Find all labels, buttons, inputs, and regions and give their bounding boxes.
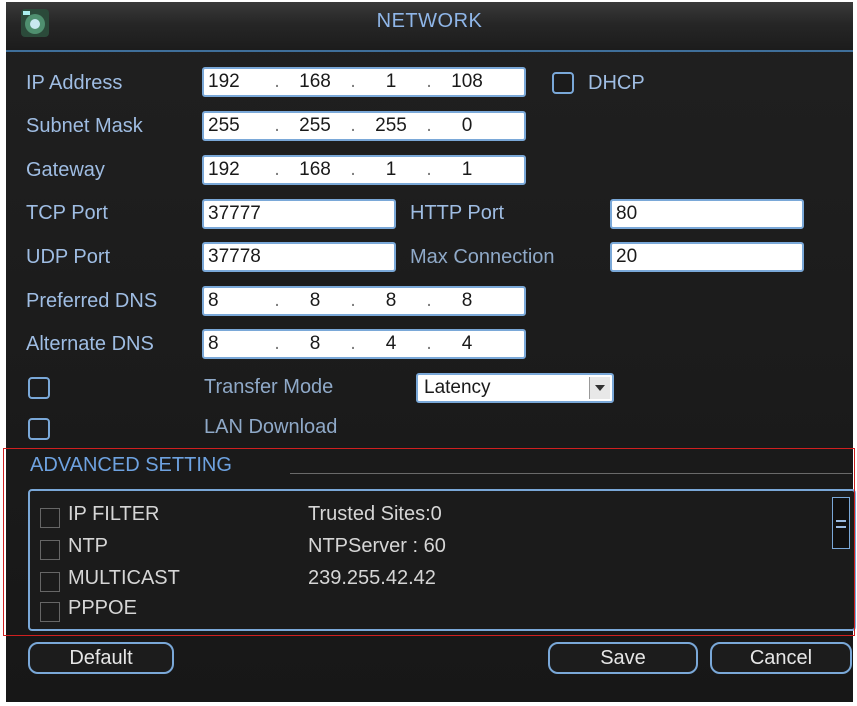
pdns-octet-2: 8 bbox=[309, 290, 321, 311]
ip-octet-4: 108 bbox=[451, 71, 483, 92]
ip-dot: . bbox=[426, 71, 432, 92]
subnet-octet-2: 255 bbox=[299, 115, 331, 136]
gateway-octet-3: 1 bbox=[385, 159, 397, 180]
udp-port-input[interactable]: 37778 bbox=[202, 242, 396, 272]
divider bbox=[290, 473, 852, 474]
dhcp-checkbox[interactable] bbox=[552, 72, 574, 94]
adns-octet-3: 4 bbox=[385, 333, 397, 354]
transfer-mode-select[interactable]: Latency bbox=[416, 373, 614, 403]
subnet-octet-4: 0 bbox=[461, 115, 473, 136]
preferred-dns-input[interactable]: 8 . 8 . 8 . 8 bbox=[202, 286, 526, 316]
subnet-octet-3: 255 bbox=[375, 115, 407, 136]
udp-port-label: UDP Port bbox=[26, 246, 111, 268]
ip-dot: . bbox=[350, 71, 356, 92]
list-item[interactable]: IP FILTER Trusted Sites:0 bbox=[40, 503, 830, 533]
row-name: PPPOE bbox=[68, 597, 137, 619]
title-bar: NETWORK bbox=[6, 2, 853, 52]
row-checkbox[interactable] bbox=[40, 602, 60, 622]
adns-dot: . bbox=[274, 333, 280, 354]
pdns-dot: . bbox=[426, 290, 432, 311]
gateway-label: Gateway bbox=[26, 159, 105, 181]
adns-octet-2: 8 bbox=[309, 333, 321, 354]
row-name: NTP bbox=[68, 535, 108, 557]
http-port-input[interactable]: 80 bbox=[610, 199, 804, 229]
default-button[interactable]: Default bbox=[28, 642, 174, 674]
subnet-mask-label: Subnet Mask bbox=[26, 115, 143, 137]
cancel-button[interactable]: Cancel bbox=[710, 642, 852, 674]
scrollbar-thumb[interactable] bbox=[832, 497, 850, 549]
gateway-dot: . bbox=[274, 159, 280, 180]
ip-address-input[interactable]: 192 . 168 . 1 . 108 bbox=[202, 67, 526, 97]
lan-download-label: LAN Download bbox=[204, 416, 338, 438]
gateway-dot: . bbox=[350, 159, 356, 180]
subnet-dot: . bbox=[350, 115, 356, 136]
advanced-setting-heading: ADVANCED SETTING bbox=[30, 454, 232, 476]
row-checkbox[interactable] bbox=[40, 572, 60, 592]
lan-download-checkbox[interactable] bbox=[28, 418, 50, 440]
adns-octet-4: 4 bbox=[461, 333, 473, 354]
list-item[interactable]: NTP NTPServer : 60 bbox=[40, 535, 830, 565]
subnet-dot: . bbox=[274, 115, 280, 136]
subnet-mask-input[interactable]: 255 . 255 . 255 . 0 bbox=[202, 111, 526, 141]
pdns-dot: . bbox=[350, 290, 356, 311]
ip-octet-3: 1 bbox=[385, 71, 397, 92]
list-item[interactable]: PPPOE bbox=[40, 597, 830, 627]
row-value: Trusted Sites:0 bbox=[308, 503, 442, 525]
adns-dot: . bbox=[350, 333, 356, 354]
transfer-mode-value: Latency bbox=[424, 377, 491, 398]
tcp-port-input[interactable]: 37777 bbox=[202, 199, 396, 229]
ip-address-label: IP Address bbox=[26, 72, 123, 94]
pdns-octet-3: 8 bbox=[385, 290, 397, 311]
pdns-dot: . bbox=[274, 290, 280, 311]
window-title: NETWORK bbox=[376, 10, 483, 32]
row-value: NTPServer : 60 bbox=[308, 535, 446, 557]
max-connection-label: Max Connection bbox=[410, 246, 555, 268]
gateway-dot: . bbox=[426, 159, 432, 180]
row-checkbox[interactable] bbox=[40, 540, 60, 560]
gateway-octet-1: 192 bbox=[208, 159, 240, 180]
ip-dot: . bbox=[274, 71, 280, 92]
gateway-octet-2: 168 bbox=[299, 159, 331, 180]
pdns-octet-1: 8 bbox=[208, 290, 219, 311]
row-name: IP FILTER bbox=[68, 503, 160, 525]
http-port-label: HTTP Port bbox=[410, 202, 505, 224]
network-window: NETWORK IP Address 192 . 168 . 1 . 108 D… bbox=[6, 2, 856, 702]
subnet-dot: . bbox=[426, 115, 432, 136]
list-item[interactable]: MULTICAST 239.255.42.42 bbox=[40, 567, 830, 597]
adns-octet-1: 8 bbox=[208, 333, 219, 354]
gateway-octet-4: 1 bbox=[461, 159, 473, 180]
row-checkbox[interactable] bbox=[40, 508, 60, 528]
subnet-octet-1: 255 bbox=[208, 115, 240, 136]
advanced-settings-list[interactable]: IP FILTER Trusted Sites:0 NTP NTPServer … bbox=[28, 489, 856, 631]
alternate-dns-label: Alternate DNS bbox=[26, 333, 154, 355]
ip-octet-2: 168 bbox=[299, 71, 331, 92]
transfer-mode-label: Transfer Mode bbox=[204, 376, 334, 398]
preferred-dns-label: Preferred DNS bbox=[26, 290, 158, 312]
save-button[interactable]: Save bbox=[548, 642, 698, 674]
row-value: 239.255.42.42 bbox=[308, 567, 436, 589]
dhcp-label: DHCP bbox=[588, 72, 645, 94]
tcp-port-label: TCP Port bbox=[26, 202, 108, 224]
gateway-input[interactable]: 192 . 168 . 1 . 1 bbox=[202, 155, 526, 185]
ip-octet-1: 192 bbox=[208, 71, 240, 92]
adns-dot: . bbox=[426, 333, 432, 354]
row-name: MULTICAST bbox=[68, 567, 180, 589]
max-connection-input[interactable]: 20 bbox=[610, 242, 804, 272]
alternate-dns-input[interactable]: 8 . 8 . 4 . 4 bbox=[202, 329, 526, 359]
chevron-down-icon[interactable] bbox=[589, 377, 610, 399]
transfer-mode-checkbox[interactable] bbox=[28, 377, 50, 399]
pdns-octet-4: 8 bbox=[461, 290, 473, 311]
